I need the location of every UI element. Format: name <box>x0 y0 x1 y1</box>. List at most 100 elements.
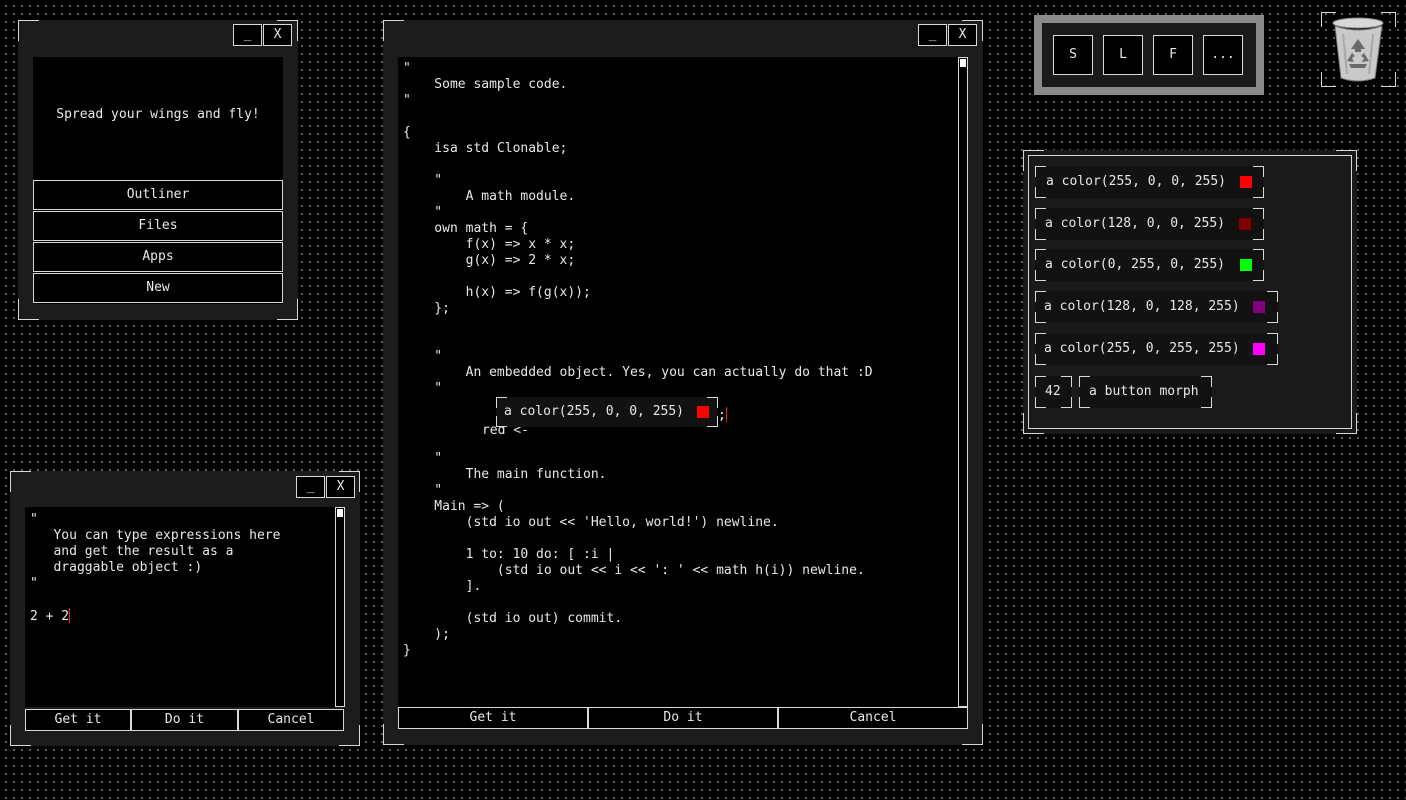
corner <box>18 20 39 41</box>
code-line: A math module. <box>403 189 576 204</box>
code-line: " <box>403 205 443 220</box>
toolbar-button-s[interactable]: S <box>1053 35 1093 75</box>
corner <box>10 471 31 492</box>
get-it-button[interactable]: Get it <box>398 707 588 729</box>
corner <box>1201 397 1212 408</box>
corner <box>1253 208 1264 219</box>
close-button[interactable]: X <box>326 476 355 498</box>
code-line: The main function. <box>403 467 607 482</box>
minimize-button[interactable]: _ <box>918 24 947 46</box>
corner <box>1253 229 1264 240</box>
code-line: f(x) => x * x; <box>403 237 576 252</box>
code-line: (std io out) commit. <box>403 611 623 626</box>
code-line: " <box>403 349 443 364</box>
evaluator-code: " You can type expressions here and get … <box>30 512 280 592</box>
color-swatch <box>1253 301 1265 313</box>
corner <box>1061 397 1072 408</box>
recycle-bin[interactable] <box>1321 12 1396 87</box>
color-swatch <box>1240 259 1252 271</box>
color-swatch <box>1253 343 1265 355</box>
toolbar-button-more[interactable]: ... <box>1203 35 1243 75</box>
color-morph-purple[interactable]: a color(128, 0, 128, 255) <box>1035 291 1278 323</box>
color-swatch <box>697 406 709 418</box>
color-morph-label: a color(0, 255, 0, 255) <box>1045 257 1226 272</box>
button-morph[interactable]: a button morph <box>1079 376 1212 408</box>
close-button[interactable]: X <box>263 24 292 46</box>
corner <box>1267 312 1278 323</box>
number-morph[interactable]: 42 <box>1035 376 1072 408</box>
embedded-color-morph[interactable]: a color(255, 0, 0, 255) <box>496 397 718 427</box>
color-morph-dark-red[interactable]: a color(128, 0, 0, 255) <box>1035 208 1264 240</box>
cancel-button[interactable]: Cancel <box>238 709 344 731</box>
code-line: (std io out << 'Hello, world!') newline. <box>403 515 779 530</box>
code-line: " <box>403 93 411 108</box>
code-line: An embedded object. Yes, you can actuall… <box>403 365 873 380</box>
do-it-button[interactable]: Do it <box>131 709 238 731</box>
corner <box>1061 376 1072 387</box>
color-morph-red[interactable]: a color(255, 0, 0, 255) <box>1035 166 1264 198</box>
evaluator-window: _ X " You can type expressions here and … <box>10 471 360 746</box>
do-it-button[interactable]: Do it <box>588 707 778 729</box>
code-line: You can type expressions here <box>30 528 281 543</box>
corner <box>1201 376 1212 387</box>
code-line: g(x) => 2 * x; <box>403 253 576 268</box>
color-morph-label: a color(128, 0, 128, 255) <box>1044 299 1240 314</box>
color-swatch <box>1239 218 1251 230</box>
color-swatch <box>1240 176 1252 188</box>
code-line: ); <box>403 627 450 642</box>
color-morph-label: a color(255, 0, 255, 255) <box>1044 341 1240 356</box>
code-line: }; <box>403 301 450 316</box>
code-editor[interactable]: " Some sample code. " { isa std Clonable… <box>398 57 968 707</box>
editor-window: _ X " Some sample code. " { isa std Clon… <box>383 20 983 745</box>
code-line: " <box>403 61 411 76</box>
code-line: { <box>403 125 411 140</box>
code-line: isa std Clonable; <box>403 141 568 156</box>
launcher-window: _ X Spread your wings and fly! Outliner … <box>18 20 298 320</box>
corner <box>1267 333 1278 344</box>
corner <box>383 20 404 41</box>
code-line: " <box>403 451 443 466</box>
color-morph-green[interactable]: a color(0, 255, 0, 255) <box>1035 249 1264 281</box>
color-morph-label: a color(128, 0, 0, 255) <box>1045 216 1226 231</box>
scrollbar[interactable] <box>958 57 968 707</box>
evaluator-editor[interactable]: " You can type expressions here and get … <box>25 507 345 707</box>
get-it-button[interactable]: Get it <box>25 709 131 731</box>
launcher-panel: Spread your wings and fly! Outliner File… <box>33 57 283 304</box>
minimize-button[interactable]: _ <box>296 476 325 498</box>
code-line: h(x) => f(g(x)); <box>403 285 591 300</box>
scrollbar[interactable] <box>335 507 345 707</box>
color-morph-label: a color(255, 0, 0, 255) <box>1046 174 1227 189</box>
toolbar-button-f[interactable]: F <box>1153 35 1193 75</box>
text-caret <box>725 407 727 422</box>
color-morph-magenta[interactable]: a color(255, 0, 255, 255) <box>1035 333 1278 365</box>
red-assignment-suffix: ; <box>718 407 727 424</box>
minimize-button[interactable]: _ <box>233 24 262 46</box>
evaluator-input[interactable]: 2 + 2 <box>30 608 71 625</box>
number-label: 42 <box>1045 384 1061 399</box>
code-line: draggable object :) <box>30 560 203 575</box>
scroll-thumb[interactable] <box>960 59 966 67</box>
recycle-bin-icon <box>1332 17 1384 82</box>
launcher-message: Spread your wings and fly! <box>56 107 260 122</box>
code-line: " <box>30 576 38 591</box>
code-block-top: " Some sample code. " { isa std Clonable… <box>403 61 873 397</box>
code-line: 1 to: 10 do: [ :i | <box>403 547 615 562</box>
scroll-thumb[interactable] <box>337 509 343 517</box>
evaluator-input-text: 2 + 2 <box>30 609 70 624</box>
code-line: " <box>30 512 38 527</box>
button-morph-label: a button morph <box>1089 384 1199 399</box>
code-block-bottom: " The main function. " Main => ( (std io… <box>403 435 865 659</box>
corner <box>1253 166 1264 177</box>
corner <box>1253 249 1264 260</box>
menu-item-outliner[interactable]: Outliner <box>33 180 283 210</box>
menu-item-files[interactable]: Files <box>33 211 283 241</box>
morph-list-window: a color(255, 0, 0, 255) a color(128, 0, … <box>1023 150 1357 434</box>
toolbar-button-l[interactable]: L <box>1103 35 1143 75</box>
cancel-button[interactable]: Cancel <box>778 707 968 729</box>
close-button[interactable]: X <box>948 24 977 46</box>
text-caret <box>69 608 71 623</box>
code-line: ]. <box>403 579 482 594</box>
menu-item-new[interactable]: New <box>33 273 283 303</box>
code-line: " <box>403 483 443 498</box>
menu-item-apps[interactable]: Apps <box>33 242 283 272</box>
